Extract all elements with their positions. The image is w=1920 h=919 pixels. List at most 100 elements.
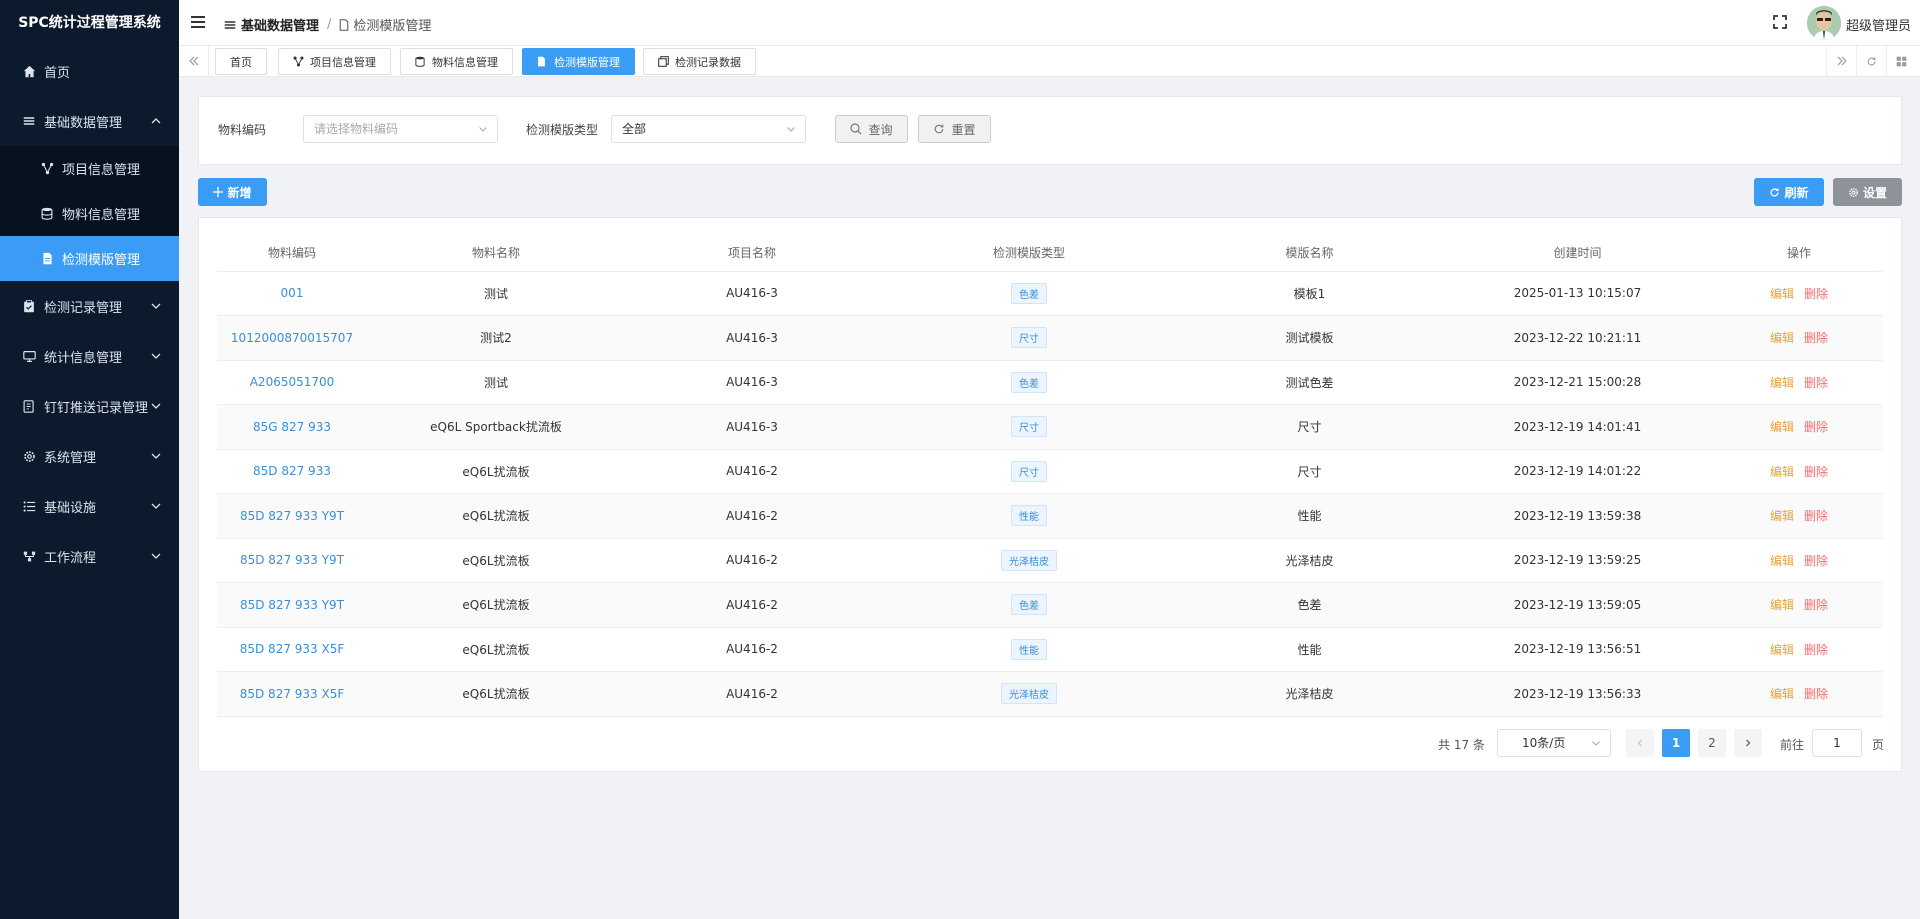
sidebar-item-material-info[interactable]: 物料信息管理 — [0, 191, 179, 236]
page-button-2[interactable]: 2 — [1698, 729, 1726, 757]
operations-cell: 编辑 删除 — [1715, 404, 1883, 450]
breadcrumb-parent[interactable]: 基础数据管理 — [241, 15, 319, 34]
delete-button[interactable]: 删除 — [1804, 598, 1828, 612]
file-icon — [40, 252, 54, 266]
breadcrumb-current: 检测模版管理 — [353, 19, 432, 34]
material-code-link[interactable]: A2065051700 — [217, 360, 367, 405]
next-page-button[interactable] — [1734, 729, 1762, 757]
tab-inspection-data[interactable]: 检测记录数据 — [643, 48, 756, 75]
tags-scroll-right[interactable] — [1826, 46, 1856, 76]
edit-button[interactable]: 编辑 — [1770, 420, 1794, 434]
app-title: SPC统计过程管理系统 — [18, 15, 161, 31]
chevron-down-icon — [151, 303, 161, 309]
doc-edit-icon — [22, 399, 36, 413]
delete-button[interactable]: 删除 — [1804, 376, 1828, 390]
tab-project-info[interactable]: 项目信息管理 — [278, 48, 391, 75]
add-button[interactable]: 新增 — [198, 178, 267, 206]
table-row: 1012000870015707 测试2 AU416-3 尺寸 测试模板 2023-12-… — [217, 315, 1883, 361]
edit-button[interactable]: 编辑 — [1770, 687, 1794, 701]
project-name-cell: AU416-2 — [625, 582, 879, 628]
prev-page-button[interactable] — [1626, 729, 1654, 757]
reset-label: 重置 — [951, 122, 976, 137]
material-code-link[interactable]: 1012000870015707 — [217, 315, 367, 361]
reset-button[interactable]: 重置 — [918, 115, 991, 143]
edit-button[interactable]: 编辑 — [1770, 331, 1794, 345]
template-type-tag: 色差 — [1011, 371, 1047, 393]
sidebar-item-basic-data[interactable]: 基础数据管理 — [0, 96, 179, 146]
breadcrumb-separator: / — [327, 17, 332, 32]
edit-button[interactable]: 编辑 — [1770, 465, 1794, 479]
refresh-button[interactable]: 刷新 — [1754, 178, 1824, 206]
tab-home[interactable]: 首页 — [215, 48, 267, 75]
material-code-link[interactable]: 85D 827 933 Y9T — [217, 582, 367, 628]
material-code-link[interactable]: 001 — [217, 271, 367, 316]
operations-cell: 编辑 删除 — [1715, 538, 1883, 583]
page-size-select[interactable]: 10条/页 — [1497, 729, 1611, 757]
settings-button[interactable]: 设置 — [1833, 178, 1902, 206]
edit-button[interactable]: 编辑 — [1770, 598, 1794, 612]
project-name-cell: AU416-2 — [625, 671, 879, 717]
operations-cell: 编辑 删除 — [1715, 627, 1883, 672]
sidebar-item-workflow[interactable]: 工作流程 — [0, 531, 179, 581]
sidebar-item-template-mgmt[interactable]: 检测模版管理 — [0, 236, 179, 281]
chevron-down-icon — [151, 453, 161, 459]
edit-button[interactable]: 编辑 — [1770, 643, 1794, 657]
delete-button[interactable]: 删除 — [1804, 287, 1828, 301]
tags-menu[interactable] — [1886, 46, 1916, 76]
template-type-select[interactable]: 全部 — [611, 115, 806, 143]
double-chevron-right-icon — [1837, 56, 1847, 66]
material-code-link[interactable]: 85D 827 933 Y9T — [217, 538, 367, 583]
edit-button[interactable]: 编辑 — [1770, 554, 1794, 568]
delete-button[interactable]: 删除 — [1804, 420, 1828, 434]
file-icon — [537, 56, 548, 67]
delete-button[interactable]: 删除 — [1804, 509, 1828, 523]
delete-button[interactable]: 删除 — [1804, 465, 1828, 479]
sidebar-item-label: 统计信息管理 — [44, 350, 123, 366]
material-code-link[interactable]: 85D 827 933 — [217, 449, 367, 494]
breadcrumb: 基础数据管理 / 检测模版管理 — [224, 15, 431, 34]
template-type-tag: 性能 — [1011, 505, 1047, 527]
table-row: 85G 827 933 eQ6L Sportback扰流板 AU416-3 尺寸 尺寸 2… — [217, 404, 1883, 450]
username[interactable]: 超级管理员 — [1846, 15, 1911, 34]
created-time-cell: 2023-12-19 13:59:25 — [1440, 538, 1715, 583]
material-name-cell: eQ6L扰流板 — [367, 538, 625, 583]
project-name-cell: AU416-3 — [625, 271, 879, 316]
sidebar-item-label: 基础数据管理 — [44, 115, 123, 131]
sidebar-item-infrastructure[interactable]: 基础设施 — [0, 481, 179, 531]
material-code-select[interactable]: 请选择物料编码 — [303, 115, 498, 143]
query-button[interactable]: 查询 — [835, 115, 908, 143]
delete-button[interactable]: 删除 — [1804, 331, 1828, 345]
avatar[interactable] — [1807, 6, 1841, 40]
sidebar-item-project-info[interactable]: 项目信息管理 — [0, 146, 179, 191]
file-icon — [340, 18, 349, 31]
sidebar-item-system[interactable]: 系统管理 — [0, 431, 179, 481]
edit-button[interactable]: 编辑 — [1770, 376, 1794, 390]
sidebar-item-inspection-records[interactable]: 检测记录管理 — [0, 281, 179, 331]
template-type-label: 检测模版类型 — [526, 123, 599, 137]
hamburger-icon[interactable] — [191, 15, 205, 29]
sidebar-item-dingtalk-push[interactable]: 钉钉推送记录管理 — [0, 381, 179, 431]
material-code-label: 物料编码 — [218, 123, 267, 137]
created-time-cell: 2023-12-19 14:01:22 — [1440, 449, 1715, 494]
tags-scroll-left[interactable] — [179, 46, 209, 76]
goto-page-input[interactable]: 1 — [1812, 729, 1862, 757]
edit-button[interactable]: 编辑 — [1770, 287, 1794, 301]
delete-button[interactable]: 删除 — [1804, 643, 1828, 657]
fullscreen-icon[interactable] — [1773, 15, 1787, 29]
refresh-label: 刷新 — [1784, 185, 1809, 200]
tab-template-mgmt[interactable]: 检测模版管理 — [522, 48, 635, 75]
sidebar-item-home[interactable]: 首页 — [0, 46, 179, 96]
tab-material-info[interactable]: 物料信息管理 — [400, 48, 513, 75]
edit-button[interactable]: 编辑 — [1770, 509, 1794, 523]
page-button-1[interactable]: 1 — [1662, 729, 1690, 757]
material-code-link[interactable]: 85G 827 933 — [217, 404, 367, 450]
template-type-tag: 色差 — [1011, 594, 1047, 616]
material-code-link[interactable]: 85D 827 933 X5F — [217, 671, 367, 717]
sidebar-item-statistics[interactable]: 统计信息管理 — [0, 331, 179, 381]
template-name-cell: 尺寸 — [1179, 449, 1440, 494]
delete-button[interactable]: 删除 — [1804, 687, 1828, 701]
material-code-link[interactable]: 85D 827 933 Y9T — [217, 493, 367, 539]
tags-refresh[interactable] — [1856, 46, 1886, 76]
delete-button[interactable]: 删除 — [1804, 554, 1828, 568]
material-code-link[interactable]: 85D 827 933 X5F — [217, 627, 367, 672]
